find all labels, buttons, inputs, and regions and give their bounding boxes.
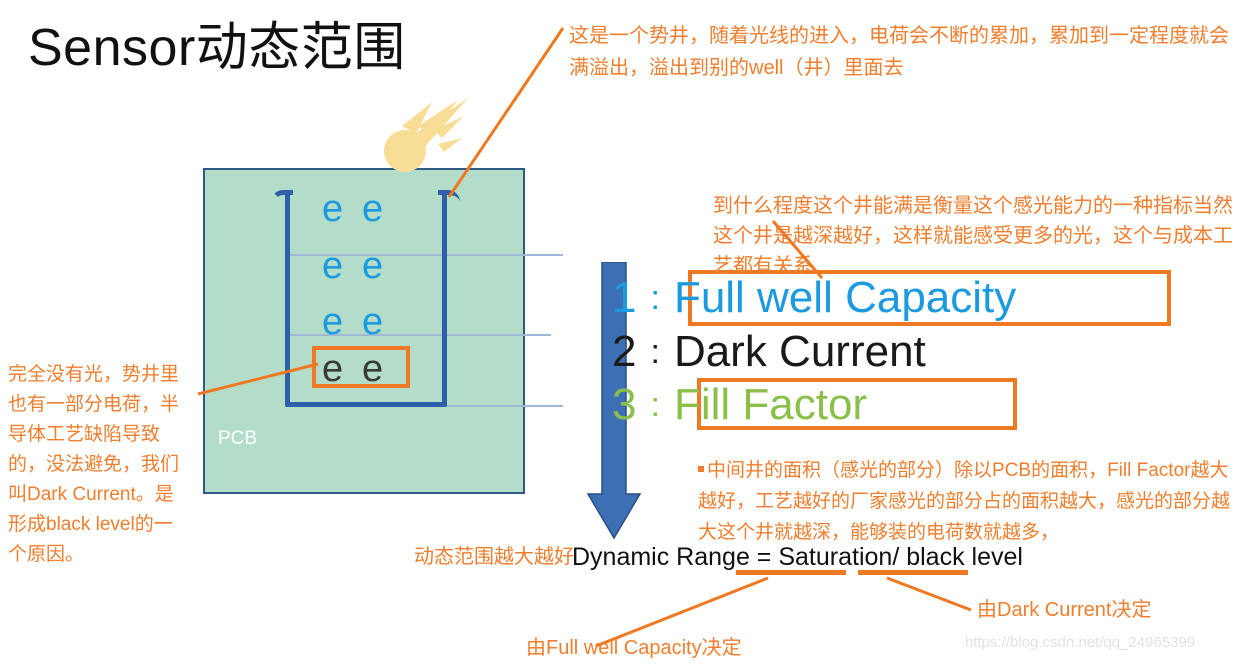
bullet-icon: [698, 466, 704, 473]
potential-well-lip-left: [271, 190, 293, 204]
list-number: 3: [612, 380, 637, 429]
list-item-dark-current[interactable]: 2 : Dark Current: [612, 326, 926, 378]
pcb-label: PCB: [218, 428, 258, 449]
annotation-by-full-well-capacity: 由Full well Capacity决定: [526, 637, 742, 659]
annotation-fill-factor: 中间井的面积（感光的部分）除以PCB的面积，Fill Factor越大越好，工艺…: [698, 455, 1243, 548]
annotation-dynamic-range: 动态范围越大越好: [414, 546, 574, 568]
annotation-dark-current: 完全没有光，势井里也有一部分电荷，半导体工艺缺陷导致的，没法避免，我们叫Dark…: [8, 364, 180, 565]
list-number: 1: [612, 273, 637, 322]
page-title: Sensor动态范围: [28, 19, 406, 77]
list-colon: :: [650, 333, 660, 371]
electron-glyph: e: [322, 301, 344, 343]
electron-glyph: e: [362, 301, 384, 343]
electron-glyph: e: [322, 245, 344, 287]
annotation-fill-factor-text: 中间井的面积（感光的部分）除以PCB的面积，Fill Factor越大越好，工艺…: [698, 460, 1231, 543]
list-colon: :: [650, 279, 660, 317]
electron-glyph: e: [322, 188, 344, 230]
saturation-underline: [736, 570, 846, 575]
annotation-potential-well: 这是一个势井，随着光线的进入，电荷会不断的累加，累加到一定程度就会满溢出，溢出到…: [569, 25, 1229, 79]
watermark: https://blog.csdn.net/qq_24965399: [965, 634, 1196, 651]
list-item-label: Dark Current: [673, 327, 926, 376]
annotation-well-depth: 到什么程度这个井能满是衡量这个感光能力的一种指标当然这个井是越深越好，这样就能感…: [713, 195, 1233, 277]
dark-current-highlight-box: [312, 346, 410, 388]
list-number: 2: [612, 327, 637, 376]
electron-glyph: e: [362, 245, 384, 287]
black-level-underline: [858, 570, 968, 575]
list-colon: :: [650, 386, 660, 424]
comet-light-ray-icon: [384, 98, 468, 172]
leader-line-black-level: [886, 576, 972, 612]
list-item-fill-factor[interactable]: 3 : Fill Factor: [612, 379, 867, 431]
list-item-label: Fill Factor: [673, 380, 868, 429]
annotation-by-dark-current: 由Dark Current决定: [977, 599, 1152, 621]
electron-glyph: e: [362, 188, 384, 230]
